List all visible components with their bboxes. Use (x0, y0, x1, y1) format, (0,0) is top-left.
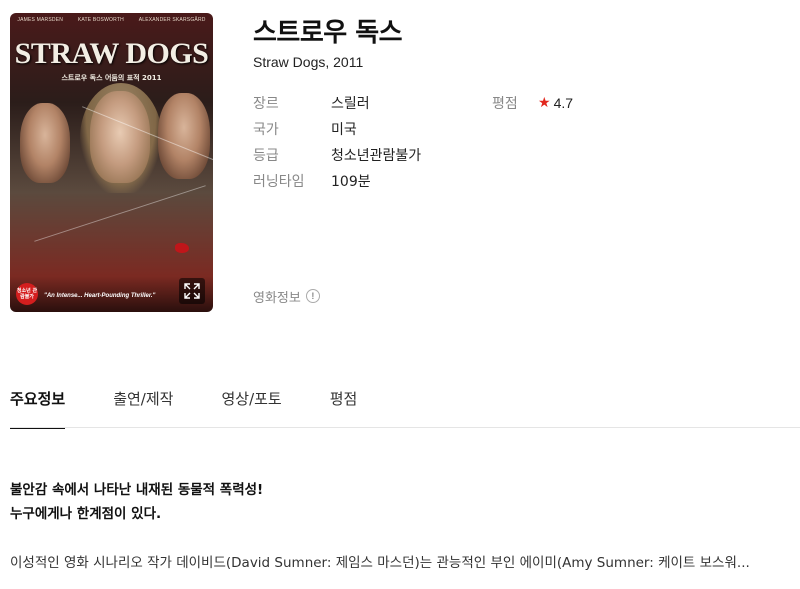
tab-divider (10, 427, 800, 428)
movie-detail-page: JAMES MARSDEN KATE BOSWORTH ALEXANDER SK… (0, 0, 800, 589)
info-label: 등급 (253, 148, 279, 164)
user-rating: 평점 ★ 4.7 (492, 93, 573, 113)
synopsis-headline-line: 누구에게나 한계점이 있다. (10, 506, 162, 522)
poster-credit: ALEXANDER SKARSGÅRD (138, 17, 206, 23)
expand-poster-button[interactable] (179, 278, 205, 304)
poster-logo-subtext: 스트로우 독스 어둠의 표적 2011 (61, 74, 162, 82)
info-label: 장르 (253, 96, 279, 112)
poster-credit: KATE BOSWORTH (77, 17, 124, 23)
star-icon: ★ (538, 95, 551, 111)
tab-video-photo[interactable]: 영상/포토 (221, 380, 281, 428)
info-label: 러닝타임 (253, 174, 305, 190)
info-value: 109분 (331, 174, 371, 190)
poster-age-rating-badge: 청소년 관람불가 (16, 283, 38, 305)
expand-icon (184, 283, 200, 299)
info-row-genre: 장르 스릴러 (253, 93, 370, 113)
info-row-runtime: 러닝타임 109분 (253, 171, 371, 191)
movie-info-link[interactable]: 영화정보 ! (253, 286, 320, 306)
synopsis-headline-line: 불안감 속에서 나타난 내재된 동물적 폭력성! (10, 482, 264, 498)
poster-tagline: "An Intense... Heart-Pounding Thriller." (44, 293, 156, 299)
movie-title: 스트로우 독스 (253, 18, 403, 48)
tab-main-info[interactable]: 주요정보 (10, 380, 66, 429)
info-icon: ! (305, 289, 320, 303)
info-row-rating-grade: 등급 청소년관람불가 (253, 145, 421, 165)
poster-blood-drop (175, 243, 189, 253)
synopsis-body: 이성적인 영화 시나리오 작가 데이비드(David Sumner: 제임스 마… (10, 555, 750, 571)
poster-credit: JAMES MARSDEN (17, 17, 64, 23)
movie-poster[interactable]: JAMES MARSDEN KATE BOSWORTH ALEXANDER SK… (10, 13, 213, 312)
info-value: 미국 (331, 122, 357, 138)
info-value: 청소년관람불가 (331, 148, 422, 164)
poster-credits: JAMES MARSDEN KATE BOSWORTH ALEXANDER SK… (10, 17, 213, 23)
rating-value: 4.7 (553, 95, 574, 111)
info-value: 스릴러 (331, 96, 370, 112)
rating-label: 평점 (492, 96, 518, 112)
synopsis-headline: 불안감 속에서 나타난 내재된 동물적 폭력성! 누구에게나 한계점이 있다. (10, 478, 263, 526)
movie-info-label: 영화정보 (253, 290, 301, 306)
info-label: 국가 (253, 122, 279, 138)
movie-original-title: Straw Dogs, 2011 (253, 54, 364, 70)
info-row-country: 국가 미국 (253, 119, 357, 139)
detail-tabs: 주요정보 출연/제작 영상/포토 평점 (10, 380, 405, 429)
poster-logo: STRAW DOGS (14, 37, 209, 70)
tab-reviews[interactable]: 평점 (330, 380, 358, 428)
tab-cast-crew[interactable]: 출연/제작 (113, 380, 173, 428)
